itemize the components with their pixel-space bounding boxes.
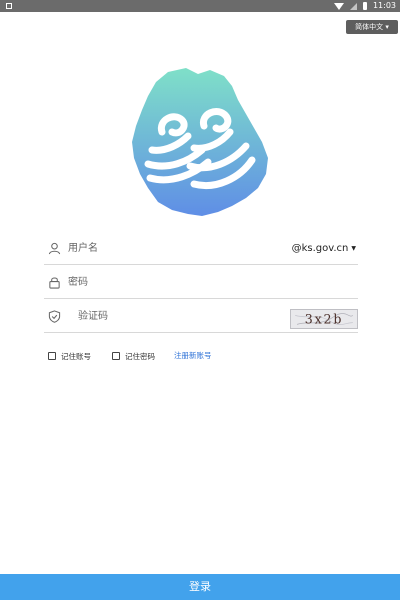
domain-selected-label: @ks.gov.cn — [291, 243, 349, 254]
wifi-icon — [333, 2, 344, 10]
domain-selector[interactable]: @ks.gov.cn ▼ — [292, 242, 356, 256]
captcha-image[interactable]: 3x2b — [290, 309, 358, 329]
login-options: 记住账号 记住密码 注册新账号 — [48, 350, 348, 364]
remember-account-label: 记住账号 — [61, 351, 91, 361]
status-indicators: 11:03 — [333, 0, 396, 12]
caret-down-icon: ▼ — [351, 245, 356, 252]
username-input[interactable] — [68, 237, 268, 259]
captcha-input[interactable] — [78, 305, 248, 327]
password-row — [44, 267, 358, 299]
notification-icon — [6, 3, 12, 9]
status-time: 11:03 — [372, 1, 396, 10]
captcha-text: 3x2b — [305, 312, 343, 327]
username-row: @ks.gov.cn▼ — [44, 233, 358, 265]
language-selector[interactable]: 简体中文 ▾ — [346, 20, 398, 34]
chevron-down-icon: ▾ — [383, 23, 389, 31]
captcha-row: 3x2b — [44, 301, 358, 333]
remember-account-checkbox[interactable]: 记住账号 — [48, 350, 91, 362]
status-bar: 11:03 — [0, 0, 400, 12]
remember-password-label: 记住密码 — [125, 351, 155, 361]
shield-icon — [48, 310, 61, 323]
user-icon — [48, 242, 61, 255]
login-screen: 11:03 简体中文 ▾ 用户名 @ks.gov.cn ▼ 验证码 3x2b 记… — [0, 0, 400, 600]
remember-password-checkbox[interactable]: 记住密码 — [112, 350, 155, 362]
battery-icon — [362, 2, 367, 10]
password-input[interactable] — [68, 271, 348, 293]
register-link[interactable]: 注册新账号 — [174, 350, 212, 362]
checkbox-icon — [48, 352, 56, 360]
login-button[interactable]: 登录 — [0, 574, 400, 600]
app-logo — [132, 68, 268, 216]
signal-icon — [349, 2, 357, 10]
language-selected-label: 简体中文 — [355, 23, 384, 31]
lock-icon — [49, 277, 60, 289]
checkbox-icon — [112, 352, 120, 360]
